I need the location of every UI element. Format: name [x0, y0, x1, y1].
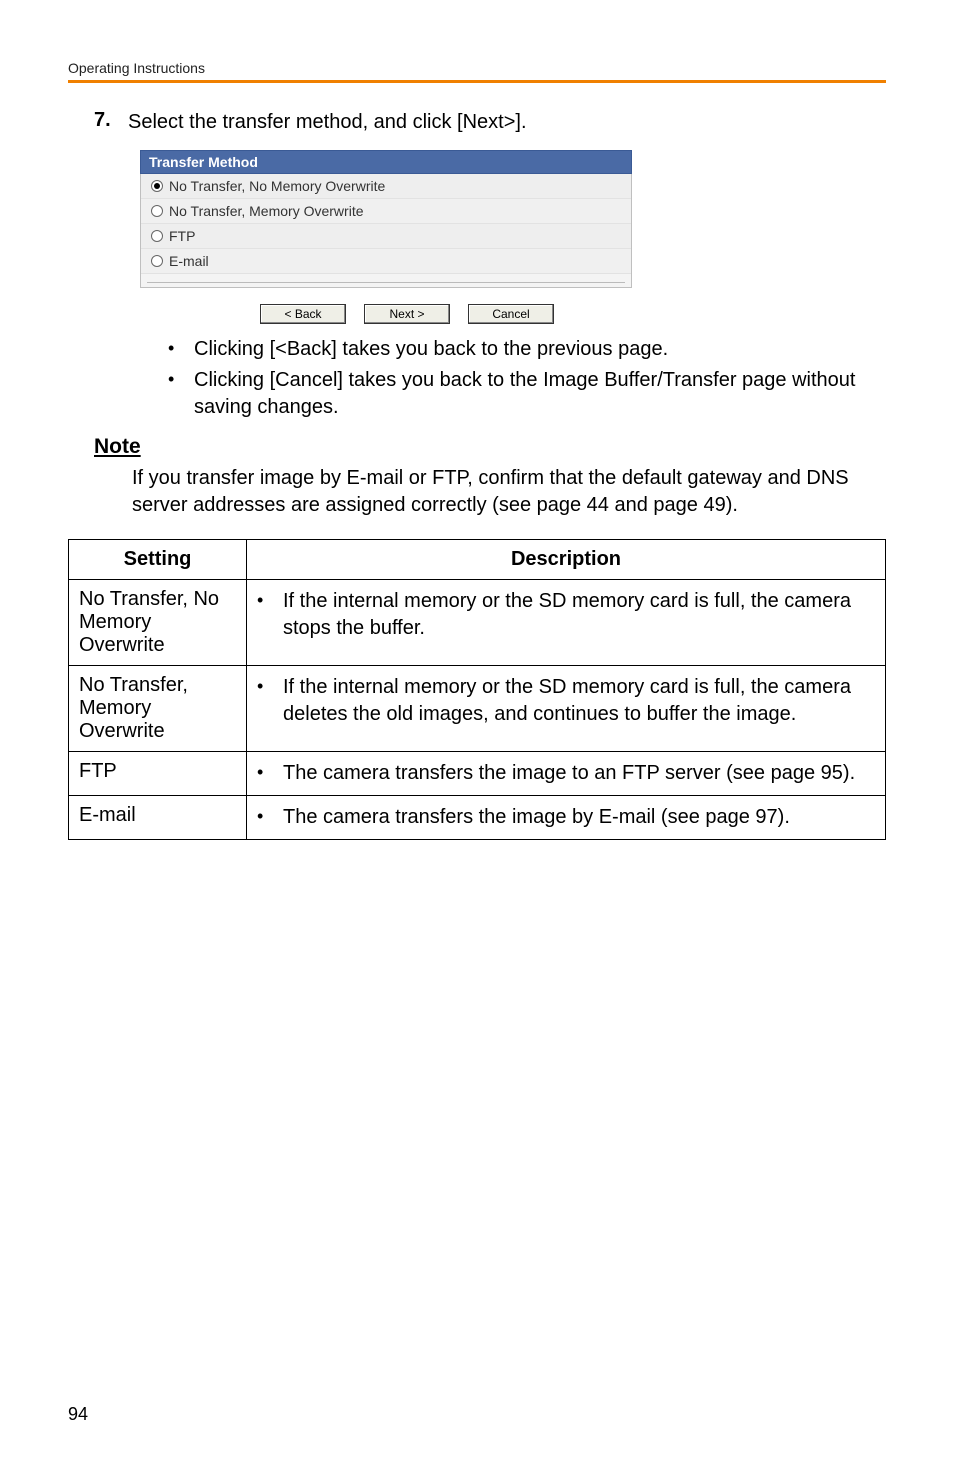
cell-description: • If the internal memory or the SD memor… [247, 580, 886, 666]
notes-bullets: • Clicking [<Back] takes you back to the… [168, 336, 886, 421]
description-text: The camera transfers the image to an FTP… [283, 760, 855, 787]
table-header-row: Setting Description [69, 540, 886, 580]
option-no-transfer-no-overwrite[interactable]: No Transfer, No Memory Overwrite [141, 174, 631, 199]
table-row: No Transfer, Memory Overwrite • If the i… [69, 666, 886, 752]
step-text: Select the transfer method, and click [N… [128, 109, 527, 136]
description-text: The camera transfers the image by E-mail… [283, 804, 790, 831]
table-row: E-mail • The camera transfers the image … [69, 796, 886, 840]
option-email[interactable]: E-mail [141, 249, 631, 274]
dialog-button-row: < Back Next > Cancel [140, 302, 674, 328]
header-setting: Setting [69, 540, 247, 580]
radio-icon [151, 205, 163, 217]
header-text: Operating Instructions [68, 60, 886, 76]
dialog-body: No Transfer, No Memory Overwrite No Tran… [140, 174, 632, 288]
back-button[interactable]: < Back [260, 304, 346, 324]
bullet-icon: • [257, 588, 283, 612]
option-label: E-mail [169, 253, 209, 269]
bullet-icon: • [168, 367, 194, 391]
bullet-icon: • [257, 804, 283, 828]
radio-icon [151, 180, 163, 192]
step-number: 7. [94, 109, 128, 132]
bullet-icon: • [257, 674, 283, 698]
header-rule [68, 80, 886, 83]
note-body: If you transfer image by E-mail or FTP, … [132, 465, 886, 519]
cell-description: • If the internal memory or the SD memor… [247, 666, 886, 752]
bullet-item: • Clicking [<Back] takes you back to the… [168, 336, 886, 363]
option-no-transfer-overwrite[interactable]: No Transfer, Memory Overwrite [141, 199, 631, 224]
bullet-text: Clicking [Cancel] takes you back to the … [194, 367, 886, 421]
cell-description: • The camera transfers the image by E-ma… [247, 796, 886, 840]
bullet-icon: • [257, 760, 283, 784]
cell-setting: No Transfer, Memory Overwrite [69, 666, 247, 752]
option-label: No Transfer, Memory Overwrite [169, 203, 364, 219]
cell-setting: E-mail [69, 796, 247, 840]
bullet-item: • Clicking [Cancel] takes you back to th… [168, 367, 886, 421]
table-row: FTP • The camera transfers the image to … [69, 752, 886, 796]
description-text: If the internal memory or the SD memory … [283, 588, 875, 642]
radio-icon [151, 255, 163, 267]
option-label: FTP [169, 228, 195, 244]
table-row: No Transfer, No Memory Overwrite • If th… [69, 580, 886, 666]
page-number: 94 [68, 1404, 88, 1425]
option-label: No Transfer, No Memory Overwrite [169, 178, 385, 194]
option-ftp[interactable]: FTP [141, 224, 631, 249]
cell-description: • The camera transfers the image to an F… [247, 752, 886, 796]
bullet-text: Clicking [<Back] takes you back to the p… [194, 336, 668, 363]
header-description: Description [247, 540, 886, 580]
cell-setting: FTP [69, 752, 247, 796]
cell-setting: No Transfer, No Memory Overwrite [69, 580, 247, 666]
dialog-title: Transfer Method [140, 150, 632, 174]
step-row: 7. Select the transfer method, and click… [94, 109, 886, 136]
next-button[interactable]: Next > [364, 304, 450, 324]
cancel-button[interactable]: Cancel [468, 304, 554, 324]
settings-table: Setting Description No Transfer, No Memo… [68, 539, 886, 840]
radio-icon [151, 230, 163, 242]
bullet-icon: • [168, 336, 194, 360]
transfer-method-dialog: Transfer Method No Transfer, No Memory O… [140, 150, 886, 288]
dialog-separator [147, 282, 625, 283]
description-text: If the internal memory or the SD memory … [283, 674, 875, 728]
note-heading: Note [94, 435, 886, 459]
